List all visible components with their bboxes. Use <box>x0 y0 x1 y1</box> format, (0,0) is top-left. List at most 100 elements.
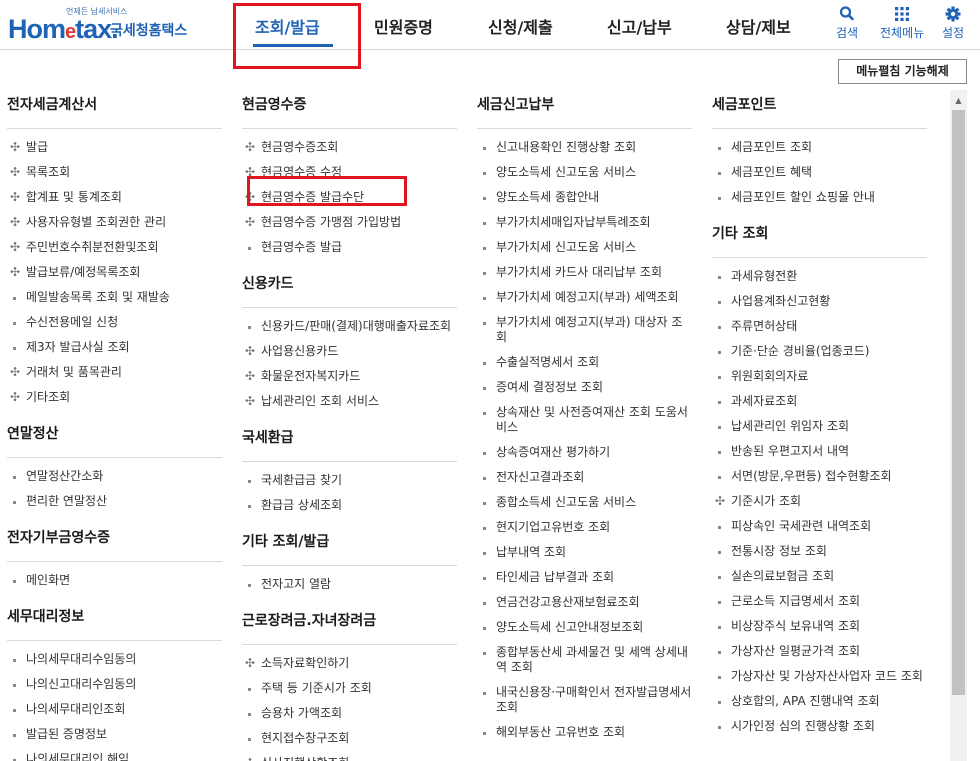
menu-item[interactable]: 타인세금 납부결과 조회 <box>477 565 692 590</box>
menu-item[interactable]: ✣ 현금영수증 가맹점 가입방법 <box>242 210 457 235</box>
scrollbar-thumb[interactable] <box>952 110 965 695</box>
menu-item[interactable]: 납부내역 조회 <box>477 540 692 565</box>
menu-item[interactable]: 과세유형전환 <box>712 264 927 289</box>
section-title[interactable]: 기타 조회 <box>712 224 927 258</box>
section-title[interactable]: 신용카드 <box>242 274 457 308</box>
menu-item[interactable]: 상속증여재산 평가하기 <box>477 440 692 465</box>
menu-item[interactable]: 납세관리인 위임자 조회 <box>712 414 927 439</box>
menu-item[interactable]: 환급금 상세조회 <box>242 493 457 518</box>
menu-item[interactable]: 위원회회의자료 <box>712 364 927 389</box>
nav-apply-submit[interactable]: 신청/제출 <box>488 14 553 38</box>
menu-item[interactable]: 연말정산간소화 <box>7 464 222 489</box>
nav-report-pay[interactable]: 신고/납부 <box>607 14 672 38</box>
menu-item[interactable]: 세금포인트 혜택 <box>712 160 927 185</box>
section-title[interactable]: 기타 조회/발급 <box>242 532 457 566</box>
menu-item[interactable]: ✣ 기준시가 조회 <box>712 489 927 514</box>
menu-item[interactable]: 실손의료보험금 조회 <box>712 564 927 589</box>
menu-item[interactable]: 세금포인트 할인 쇼핑몰 안내 <box>712 185 927 210</box>
menu-item[interactable]: 나의세무대리인 해임 <box>7 747 222 761</box>
menu-item[interactable]: 내국신용장·구매확인서 전자발급명세서 조회 <box>477 680 692 720</box>
menu-item[interactable]: ✣ 발급 <box>7 135 222 160</box>
menu-item[interactable]: 수출실적명세서 조회 <box>477 350 692 375</box>
section-title[interactable]: 세금신고납부 <box>477 95 692 129</box>
menu-item[interactable]: 연금건강고용산재보험료조회 <box>477 590 692 615</box>
menu-item[interactable]: 양도소득세 신고안내정보조회 <box>477 615 692 640</box>
menu-item[interactable]: ✣ 거래처 및 품목관리 <box>7 360 222 385</box>
menu-item[interactable]: 현지기업고유번호 조회 <box>477 515 692 540</box>
search-button[interactable]: 검색 <box>836 4 858 41</box>
menu-item[interactable]: 가상자산 및 가상자산사업자 코드 조회 <box>712 664 927 689</box>
all-menu-button[interactable]: 전체메뉴 <box>880 4 924 41</box>
menu-item[interactable]: ✣ 심사진행상황조회 <box>242 751 457 761</box>
menu-item[interactable]: 부가가치세매입자납부특례조회 <box>477 210 692 235</box>
menu-item[interactable]: ✣ 사업용신용카드 <box>242 339 457 364</box>
section-title[interactable]: 현금영수증 <box>242 95 457 129</box>
menu-item[interactable]: 부가가치세 예정고지(부과) 대상자 조회 <box>477 310 692 350</box>
menu-item[interactable]: 나의세무대리수임동의 <box>7 647 222 672</box>
menu-item[interactable]: 반송된 우편고지서 내역 <box>712 439 927 464</box>
menu-item[interactable]: 상호합의, APA 진행내역 조회 <box>712 689 927 714</box>
scroll-up-arrow-icon[interactable]: ▲ <box>950 94 967 108</box>
menu-item[interactable]: 나의신고대리수임동의 <box>7 672 222 697</box>
menu-item[interactable]: 메일발송목록 조회 및 재발송 <box>7 285 222 310</box>
menu-item[interactable]: 양도소득세 신고도움 서비스 <box>477 160 692 185</box>
section-title[interactable]: 전자세금계산서 <box>7 95 222 129</box>
menu-item[interactable]: ✣ 현금영수증조회 <box>242 135 457 160</box>
nav-civil-certificate[interactable]: 민원증명 <box>374 14 433 38</box>
section-title[interactable]: 국세환급 <box>242 428 457 462</box>
section-title[interactable]: 근로장려금.자녀장려금 <box>242 611 457 645</box>
menu-expand-disable-button[interactable]: 메뉴펼침 기능해제 <box>838 59 967 84</box>
menu-item[interactable]: ✣ 발급보류/예정목록조회 <box>7 260 222 285</box>
menu-item[interactable]: 해외부동산 고유번호 조회 <box>477 720 692 745</box>
menu-item[interactable]: 전자고지 열람 <box>242 572 457 597</box>
section-title[interactable]: 세무대리정보 <box>7 607 222 641</box>
menu-item[interactable]: ✣ 사용자유형별 조회권한 관리 <box>7 210 222 235</box>
menu-item[interactable]: 근로소득 지급명세서 조회 <box>712 589 927 614</box>
menu-item[interactable]: ✣ 화물운전자복지카드 <box>242 364 457 389</box>
menu-item[interactable]: 수신전용메일 신청 <box>7 310 222 335</box>
menu-item[interactable]: 전통시장 정보 조회 <box>712 539 927 564</box>
menu-item[interactable]: 종합소득세 신고도움 서비스 <box>477 490 692 515</box>
menu-item[interactable]: 시가인정 심의 진행상황 조회 <box>712 714 927 739</box>
section-title[interactable]: 세금포인트 <box>712 95 927 129</box>
menu-item[interactable]: ✣ 현금영수증 수정 <box>242 160 457 185</box>
menu-item[interactable]: 승용차 가액조회 <box>242 701 457 726</box>
menu-item[interactable]: 주류면허상태 <box>712 314 927 339</box>
section-title[interactable]: 연말정산 <box>7 424 222 458</box>
menu-item[interactable]: 서면(방문,우편등) 접수현황조회 <box>712 464 927 489</box>
menu-item[interactable]: 편리한 연말정산 <box>7 489 222 514</box>
menu-item[interactable]: 주택 등 기준시가 조회 <box>242 676 457 701</box>
menu-item[interactable]: 기준·단순 경비율(업종코드) <box>712 339 927 364</box>
menu-item[interactable]: 현금영수증 발급 <box>242 235 457 260</box>
menu-item[interactable]: ✣ 주민번호수취분전환및조회 <box>7 235 222 260</box>
menu-item[interactable]: 국세환급금 찾기 <box>242 468 457 493</box>
menu-item[interactable]: 가상자산 일평균가격 조회 <box>712 639 927 664</box>
menu-item[interactable]: 현지접수창구조회 <box>242 726 457 751</box>
menu-item[interactable]: 부가가치세 예정고지(부과) 세액조회 <box>477 285 692 310</box>
menu-item[interactable]: 사업용계좌신고현황 <box>712 289 927 314</box>
menu-item[interactable]: ✣ 목록조회 <box>7 160 222 185</box>
menu-item[interactable]: 과세자료조회 <box>712 389 927 414</box>
menu-item[interactable]: ✣ 현금영수증 발급수단 <box>242 185 457 210</box>
menu-item[interactable]: 종합부동산세 과세물건 및 세액 상세내역 조회 <box>477 640 692 680</box>
section-title[interactable]: 전자기부금영수증 <box>7 528 222 562</box>
menu-item[interactable]: 메인화면 <box>7 568 222 593</box>
menu-item[interactable]: 신고내용확인 진행상황 조회 <box>477 135 692 160</box>
menu-item[interactable]: 부가가치세 신고도움 서비스 <box>477 235 692 260</box>
menu-item[interactable]: 발급된 증명정보 <box>7 722 222 747</box>
menu-item[interactable]: 부가가치세 카드사 대리납부 조회 <box>477 260 692 285</box>
nav-inquiry-issue[interactable]: 조회/발급 <box>255 14 320 38</box>
menu-item[interactable]: ✣ 소득자료확인하기 <box>242 651 457 676</box>
menu-item[interactable]: 신용카드/판매(결제)대행매출자료조회 <box>242 314 457 339</box>
menu-item[interactable]: 양도소득세 종합안내 <box>477 185 692 210</box>
menu-item[interactable]: ✣ 기타조회 <box>7 385 222 410</box>
menu-item[interactable]: 나의세무대리인조회 <box>7 697 222 722</box>
nav-consult-report[interactable]: 상담/제보 <box>726 14 791 38</box>
menu-item[interactable]: 세금포인트 조회 <box>712 135 927 160</box>
menu-item[interactable]: 증여세 결정정보 조회 <box>477 375 692 400</box>
menu-item[interactable]: 제3자 발급사실 조회 <box>7 335 222 360</box>
menu-item[interactable]: 피상속인 국세관련 내역조회 <box>712 514 927 539</box>
menu-item[interactable]: 전자신고결과조회 <box>477 465 692 490</box>
menu-item[interactable]: ✣ 납세관리인 조회 서비스 <box>242 389 457 414</box>
settings-button[interactable]: 설정 <box>942 4 964 41</box>
